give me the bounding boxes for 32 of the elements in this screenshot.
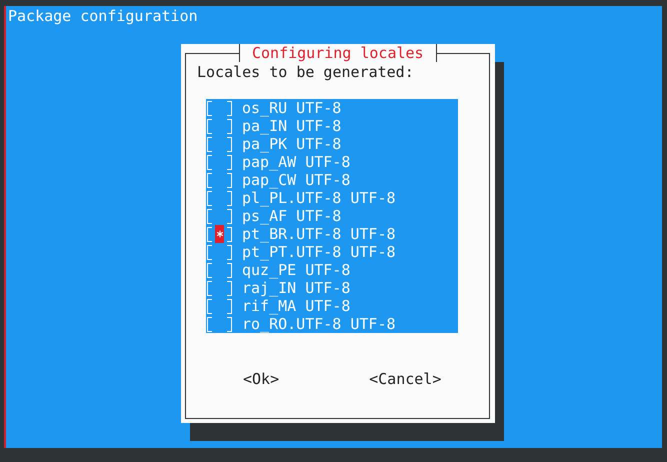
prompt-text: Locales to be generated:	[197, 63, 415, 81]
locale-item[interactable]: rif_MA UTF-8	[242, 297, 350, 315]
locale-item[interactable]: pa_IN UTF-8	[242, 117, 342, 135]
cancel-button[interactable]: <Cancel>	[369, 370, 442, 388]
locale-item[interactable]: pap_CW UTF-8	[242, 171, 350, 189]
checkbox[interactable]	[206, 99, 233, 117]
screen-title: Package configuration	[8, 6, 199, 25]
locale-item[interactable]: os_RU UTF-8	[242, 99, 342, 117]
checkbox[interactable]	[206, 261, 233, 279]
ok-button[interactable]: <Ok>	[243, 370, 280, 388]
checkbox[interactable]	[206, 117, 233, 135]
locale-item[interactable]: pl_PL.UTF-8 UTF-8	[242, 189, 396, 207]
checkbox[interactable]	[206, 279, 233, 297]
checkbox[interactable]	[206, 207, 233, 225]
locale-item[interactable]: pt_PT.UTF-8 UTF-8	[242, 243, 396, 261]
locale-item[interactable]: raj_IN UTF-8	[242, 279, 350, 297]
locale-item[interactable]: ps_AF UTF-8	[242, 207, 342, 225]
locale-item[interactable]: quz_PE UTF-8	[242, 261, 350, 279]
checkbox[interactable]	[206, 153, 233, 171]
checkbox[interactable]	[206, 135, 233, 153]
locale-item[interactable]: ro_RO.UTF-8 UTF-8	[242, 315, 396, 333]
checkbox[interactable]	[206, 189, 233, 207]
dialog-title: Configuring locales	[239, 44, 437, 62]
asterisk-icon	[216, 230, 224, 238]
checkbox[interactable]	[206, 315, 233, 333]
checkbox[interactable]	[206, 297, 233, 315]
checkbox[interactable]	[206, 225, 233, 243]
checkbox[interactable]	[206, 171, 233, 189]
locale-item[interactable]: pap_AW UTF-8	[242, 153, 350, 171]
locale-item[interactable]: pa_PK UTF-8	[242, 135, 342, 153]
checkbox[interactable]	[206, 243, 233, 261]
locale-item[interactable]: pt_BR.UTF-8 UTF-8	[242, 225, 396, 243]
